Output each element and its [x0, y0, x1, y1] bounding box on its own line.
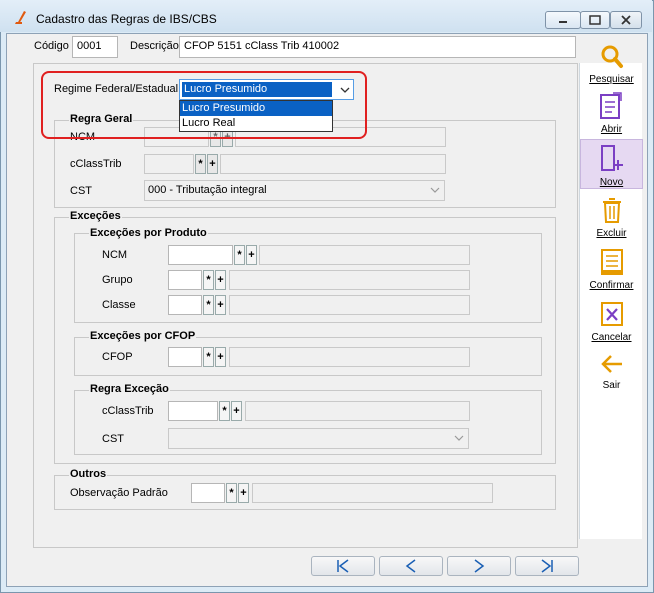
exit-arrow-icon: [600, 355, 622, 373]
minimize-button[interactable]: [545, 11, 581, 29]
abrir-label: Abrir: [600, 124, 623, 135]
excecoes-produto-title: Exceções por Produto: [89, 227, 208, 239]
prev-record-icon: [405, 559, 416, 573]
confirmar-label: Confirmar: [589, 280, 634, 291]
excluir-label: Excluir: [596, 228, 627, 239]
pesquisar-label: Pesquisar: [589, 74, 634, 85]
chevron-down-icon: [430, 187, 440, 193]
regra-excecao-cst-label: CST: [102, 433, 124, 445]
produto-classe-desc: [229, 295, 470, 315]
produto-grupo-input[interactable]: [168, 270, 202, 290]
cfop-label: CFOP: [102, 351, 133, 363]
app-logo-icon: [15, 11, 26, 24]
produto-ncm-input[interactable]: [168, 245, 233, 265]
last-record-icon: [541, 559, 553, 573]
regra-geral-cclass-input[interactable]: [144, 154, 194, 174]
cfop-add-button[interactable]: +: [215, 347, 226, 367]
nav-last-button[interactable]: [515, 556, 579, 576]
obs-padrao-search-button[interactable]: *: [226, 483, 237, 503]
novo-label: Novo: [599, 177, 624, 188]
obs-padrao-label: Observação Padrão: [70, 487, 168, 499]
obs-padrao-input[interactable]: [191, 483, 225, 503]
produto-ncm-desc: [259, 245, 470, 265]
sair-button[interactable]: Sair: [580, 351, 643, 395]
regra-geral-cst-value: 000 - Tributação integral: [148, 184, 267, 196]
descricao-label: Descrição: [130, 40, 179, 52]
first-record-icon: [337, 559, 349, 573]
obs-padrao-add-button[interactable]: +: [238, 483, 249, 503]
regra-geral-cclass-label: cClassTrib: [70, 158, 122, 170]
regra-geral-cst-label: CST: [70, 185, 92, 197]
produto-classe-search-button[interactable]: *: [203, 295, 214, 315]
regra-excecao-title: Regra Exceção: [89, 383, 170, 395]
codigo-label: Código: [34, 40, 69, 52]
confirm-document-icon: [600, 249, 623, 275]
produto-grupo-search-button[interactable]: *: [203, 270, 214, 290]
regra-geral-cclass-add-button[interactable]: +: [207, 154, 218, 174]
produto-classe-label: Classe: [102, 299, 136, 311]
regra-excecao-cclass-label: cClassTrib: [102, 405, 154, 417]
descricao-input[interactable]: CFOP 5151 cClass Trib 410002: [179, 36, 576, 58]
confirmar-button[interactable]: Confirmar: [580, 247, 643, 295]
sair-label: Sair: [602, 380, 621, 391]
regra-excecao-cclass-input[interactable]: [168, 401, 218, 421]
excecoes-title: Exceções: [69, 210, 122, 222]
regra-excecao-cclass-add-button[interactable]: +: [231, 401, 242, 421]
cfop-desc: [229, 347, 470, 367]
excluir-button[interactable]: Excluir: [580, 195, 643, 243]
regra-geral-cclass-desc: [220, 154, 446, 174]
produto-ncm-add-button[interactable]: +: [246, 245, 257, 265]
close-icon: [621, 15, 631, 25]
nav-prev-button[interactable]: [379, 556, 443, 576]
toolbar-panel: Pesquisar Abrir Novo Excluir Confirmar C…: [579, 45, 643, 539]
produto-ncm-label: NCM: [102, 249, 128, 261]
excecoes-cfop-title: Exceções por CFOP: [89, 330, 197, 342]
abrir-button[interactable]: Abrir: [580, 91, 643, 139]
minimize-icon: [559, 21, 567, 23]
trash-icon: [602, 198, 621, 223]
cancelar-label: Cancelar: [591, 332, 632, 343]
regra-geral-cclass-search-button[interactable]: *: [195, 154, 206, 174]
cfop-search-button[interactable]: *: [203, 347, 214, 367]
produto-grupo-add-button[interactable]: +: [215, 270, 226, 290]
window-title: Cadastro das Regras de IBS/CBS: [36, 12, 217, 26]
produto-grupo-label: Grupo: [102, 274, 133, 286]
obs-padrao-desc: [252, 483, 493, 503]
produto-grupo-desc: [229, 270, 470, 290]
cancelar-button[interactable]: Cancelar: [580, 299, 643, 347]
codigo-input[interactable]: 0001: [72, 36, 118, 58]
produto-ncm-search-button[interactable]: *: [234, 245, 245, 265]
cfop-input[interactable]: [168, 347, 202, 367]
title-bar: Cadastro das Regras de IBS/CBS: [0, 0, 652, 32]
pesquisar-button[interactable]: Pesquisar: [580, 41, 643, 89]
open-document-icon: [599, 92, 622, 119]
next-record-icon: [474, 559, 485, 573]
novo-button[interactable]: Novo: [580, 139, 643, 189]
regra-excecao-cclass-search-button[interactable]: *: [219, 401, 230, 421]
outros-title: Outros: [69, 468, 108, 480]
nav-first-button[interactable]: [311, 556, 375, 576]
produto-classe-input[interactable]: [168, 295, 202, 315]
search-icon: [601, 45, 623, 68]
produto-classe-add-button[interactable]: +: [215, 295, 226, 315]
close-button[interactable]: [610, 11, 642, 29]
regra-excecao-cclass-desc: [245, 401, 470, 421]
maximize-icon: [589, 15, 601, 25]
regra-geral-cst-combo[interactable]: 000 - Tributação integral: [144, 180, 445, 201]
annotation-highlight: [41, 71, 367, 139]
regra-excecao-cst-combo[interactable]: [168, 428, 469, 449]
chevron-down-icon: [454, 435, 464, 441]
new-document-icon: [600, 145, 623, 171]
cancel-icon: [600, 302, 623, 326]
nav-next-button[interactable]: [447, 556, 511, 576]
maximize-button[interactable]: [580, 11, 610, 29]
